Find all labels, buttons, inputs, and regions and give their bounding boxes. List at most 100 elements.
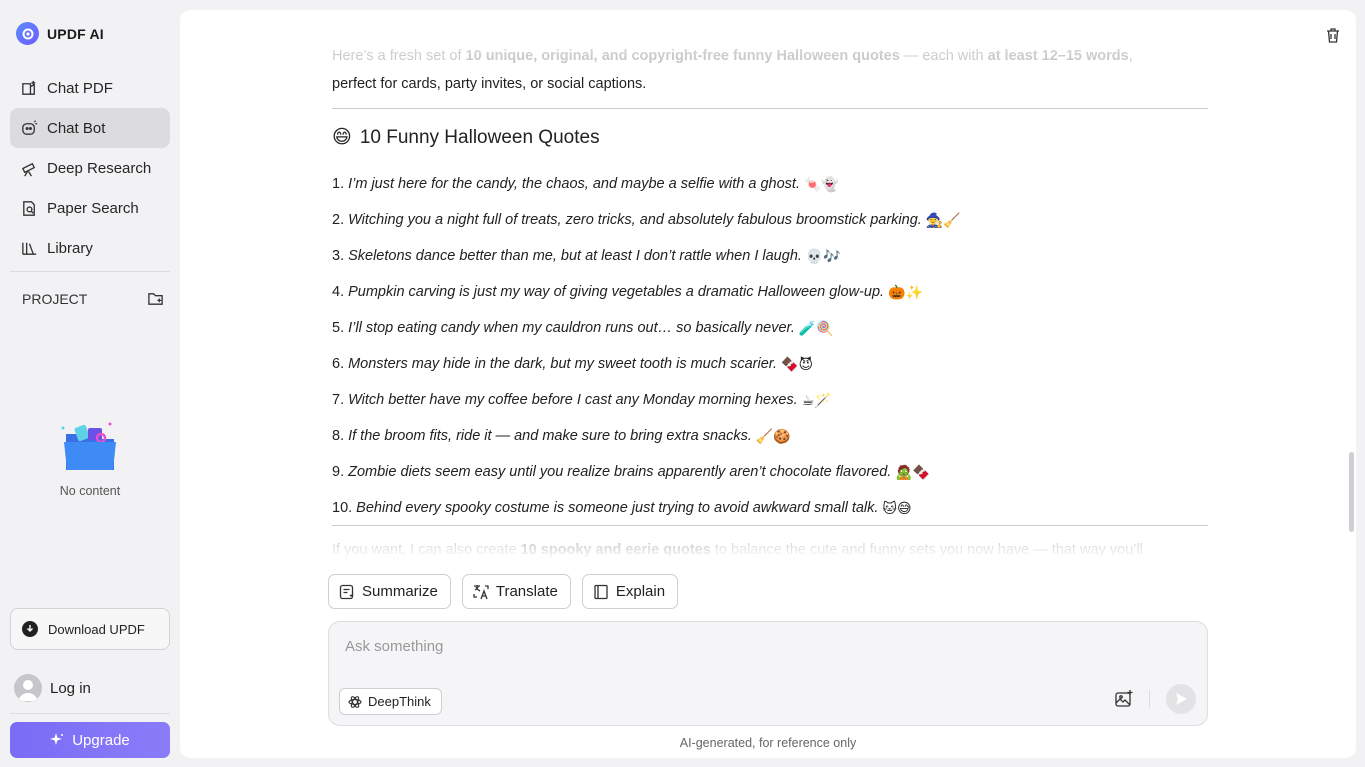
coffee-wand-emoji-icon: ☕🪄 — [801, 391, 832, 408]
sidebar: UPDF AI Chat PDF Chat Bot Deep Research … — [0, 0, 180, 767]
chat-pdf-icon — [22, 80, 36, 95]
message-composer: DeepThink — [328, 621, 1208, 726]
item-number: 2. — [332, 212, 345, 228]
send-button[interactable] — [1166, 684, 1196, 714]
send-icon — [1176, 693, 1187, 705]
quick-actions: Summarize Translate Explain — [328, 574, 679, 609]
quote-text: Witch better have my coffee before I cas… — [348, 392, 798, 408]
quote-text: Skeletons dance better than me, but at l… — [348, 248, 802, 264]
faded-text: — each with — [899, 48, 988, 64]
download-icon — [22, 621, 38, 637]
explain-button[interactable]: Explain — [581, 574, 679, 609]
sidebar-item-label: Paper Search — [47, 199, 139, 217]
heading-text: 10 Funny Halloween Quotes — [359, 126, 600, 148]
sidebar-item-label: Chat PDF — [47, 79, 113, 97]
faded-text: If you want, I can also create — [332, 542, 521, 558]
quote-text: Monsters may hide in the dark, but my sw… — [348, 356, 778, 372]
sidebar-item-label: Chat Bot — [47, 119, 106, 137]
item-number: 9. — [332, 464, 345, 480]
quote-text: Behind every spooky costume is someone j… — [356, 500, 879, 516]
divider — [332, 525, 1208, 526]
summarize-button[interactable]: Summarize — [328, 574, 451, 609]
quotes-heading: 😄 10 Funny Halloween Quotes — [332, 126, 600, 149]
new-folder-icon[interactable] — [147, 290, 164, 307]
item-number: 5. — [332, 320, 345, 336]
list-item: 8. If the broom fits, ride it — and make … — [332, 418, 1208, 454]
explain-icon — [594, 584, 608, 599]
clear-chat-icon[interactable] — [1324, 26, 1342, 44]
witch-broom-emoji-icon: 🧙‍♀️🧹 — [925, 211, 961, 228]
sidebar-item-label: Deep Research — [47, 159, 152, 177]
library-icon — [22, 242, 37, 255]
upgrade-button[interactable]: Upgrade — [10, 722, 170, 758]
deepthink-label: DeepThink — [368, 694, 431, 709]
list-item: 7. Witch better have my coffee before I c… — [332, 382, 1208, 418]
avatar — [14, 674, 42, 702]
sidebar-item-chat-pdf[interactable]: Chat PDF — [10, 68, 170, 108]
list-item: 5. I’ll stop eating candy when my cauldro… — [332, 310, 1208, 346]
item-number: 1. — [332, 176, 345, 192]
atom-icon — [348, 695, 362, 708]
sidebar-divider-bottom — [10, 713, 170, 714]
login-button[interactable]: Log in — [14, 674, 91, 702]
quote-text: I’m just here for the candy, the chaos, … — [348, 176, 800, 192]
list-item: 4. Pumpkin carving is just my way of givi… — [332, 274, 1208, 310]
scrollbar-thumb[interactable] — [1349, 452, 1354, 532]
summarize-label: Summarize — [362, 583, 438, 600]
sparkle-icon — [50, 733, 64, 745]
candy-ghost-emoji-icon: 🍬👻 — [804, 175, 839, 192]
quote-text: If the broom fits, ride it — and make su… — [348, 428, 752, 444]
chat-bot-icon — [22, 119, 38, 135]
sidebar-item-deep-research[interactable]: Deep Research — [10, 148, 170, 188]
intro-text: perfect for cards, party invites, or soc… — [332, 76, 647, 92]
translate-label: Translate — [495, 583, 558, 600]
chat-panel: Here’s a fresh set of 10 unique, origina… — [180, 10, 1356, 758]
ai-disclaimer: AI-generated, for reference only — [679, 736, 857, 750]
project-section-header: PROJECT — [22, 290, 164, 307]
divider — [332, 108, 1208, 109]
faded-bold-text: at least 12–15 words — [987, 48, 1129, 64]
skull-music-emoji-icon: 💀🎶 — [805, 247, 841, 264]
item-number: 6. — [332, 356, 345, 372]
login-label: Log in — [50, 679, 91, 697]
list-item: 10. Behind every spooky costume is someon… — [332, 490, 1208, 526]
translate-icon — [473, 584, 489, 599]
sidebar-item-chat-bot[interactable]: Chat Bot — [10, 108, 170, 148]
chat-message: Here’s a fresh set of 10 unique, origina… — [332, 10, 1208, 560]
message-input[interactable] — [345, 638, 1085, 655]
chocolate-devil-emoji-icon: 🍫😈 — [781, 355, 814, 372]
list-item: 1. I’m just here for the candy, the chaos… — [332, 166, 1208, 202]
upgrade-label: Upgrade — [72, 731, 130, 749]
list-item: 3. Skeletons dance better than me, but at… — [332, 238, 1208, 274]
zombie-chocolate-emoji-icon: 🧟🍫 — [895, 463, 931, 480]
deepthink-toggle[interactable]: DeepThink — [339, 688, 442, 715]
updf-logo-icon — [16, 22, 39, 45]
composer-divider — [1149, 690, 1150, 708]
empty-label: No content — [59, 484, 121, 498]
project-empty-state: No content — [0, 420, 180, 498]
faded-bold-text: 10 spooky and eerie quotes — [520, 542, 711, 558]
download-label: Download UPDF — [48, 621, 145, 637]
explain-label: Explain — [615, 583, 666, 600]
faded-text: to balance the cute and funny sets you n… — [710, 542, 1143, 558]
quote-text: Witching you a night full of treats, zer… — [348, 212, 922, 228]
quote-text: Zombie diets seem easy until you realize… — [348, 464, 892, 480]
faded-outro-line: If you want, I can also create 10 spooky… — [332, 542, 1143, 558]
brand-name: UPDF AI — [47, 25, 104, 42]
brand[interactable]: UPDF AI — [16, 22, 104, 45]
item-number: 7. — [332, 392, 345, 408]
project-label: PROJECT — [22, 290, 88, 307]
sidebar-nav: Chat PDF Chat Bot Deep Research Paper Se… — [10, 68, 170, 268]
faded-bold-text: 10 unique, original, and copyright-free … — [465, 48, 900, 64]
broom-cookie-emoji-icon: 🧹🍪 — [755, 427, 791, 444]
item-number: 8. — [332, 428, 345, 444]
sidebar-item-paper-search[interactable]: Paper Search — [10, 188, 170, 228]
download-updf-button[interactable]: Download UPDF — [10, 608, 170, 650]
empty-folder-illustration-icon — [58, 420, 122, 476]
summarize-icon — [339, 584, 354, 599]
item-number: 10. — [332, 500, 353, 516]
translate-button[interactable]: Translate — [461, 574, 571, 609]
paper-search-icon — [23, 200, 35, 216]
sidebar-item-library[interactable]: Library — [10, 228, 170, 268]
image-upload-icon[interactable] — [1114, 689, 1134, 709]
